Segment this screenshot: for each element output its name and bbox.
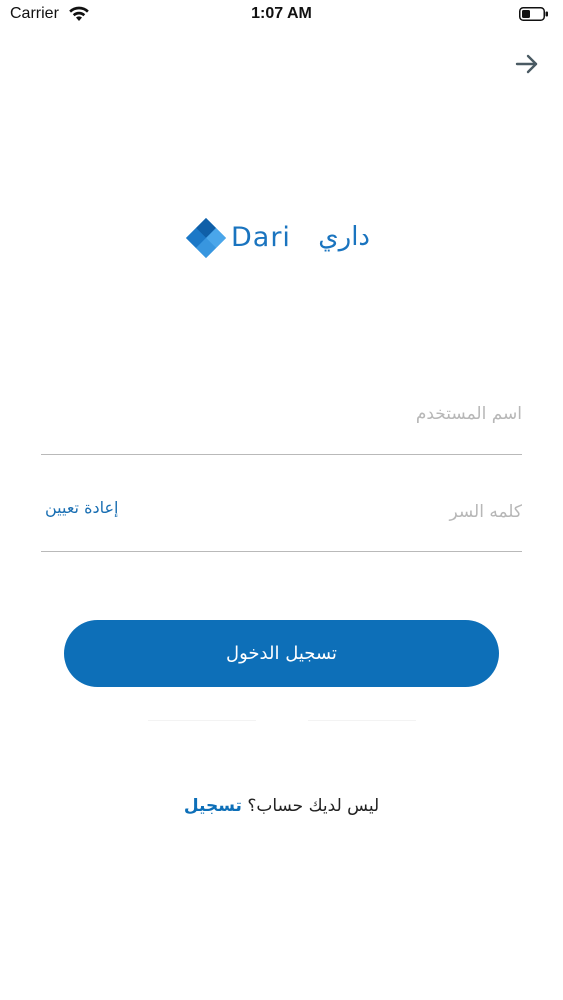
signup-row: ليس لديك حساب؟ تسجيل — [0, 796, 563, 816]
username-input[interactable] — [222, 396, 522, 432]
battery-icon — [519, 7, 548, 21]
logo-text-latin: Dari — [231, 222, 291, 253]
arrow-right-icon[interactable] — [513, 50, 541, 78]
logo-text-arabic: داري — [318, 222, 370, 252]
app-logo: Dari داري — [184, 216, 374, 262]
status-time: 1:07 AM — [251, 5, 312, 22]
signup-prompt: ليس لديك حساب؟ — [247, 796, 380, 816]
signup-link[interactable]: تسجيل — [184, 796, 242, 816]
reset-password-link[interactable]: إعادة تعيين — [45, 498, 118, 517]
username-field — [41, 392, 522, 455]
divider-right — [308, 720, 416, 721]
login-button[interactable]: تسجيل الدخول — [64, 620, 499, 687]
status-bar: Carrier 1:07 AM — [0, 0, 563, 30]
diamond-logo-icon — [186, 218, 226, 258]
password-input[interactable] — [222, 494, 522, 530]
password-field: إعادة تعيين — [41, 490, 522, 552]
divider-left — [148, 720, 256, 721]
